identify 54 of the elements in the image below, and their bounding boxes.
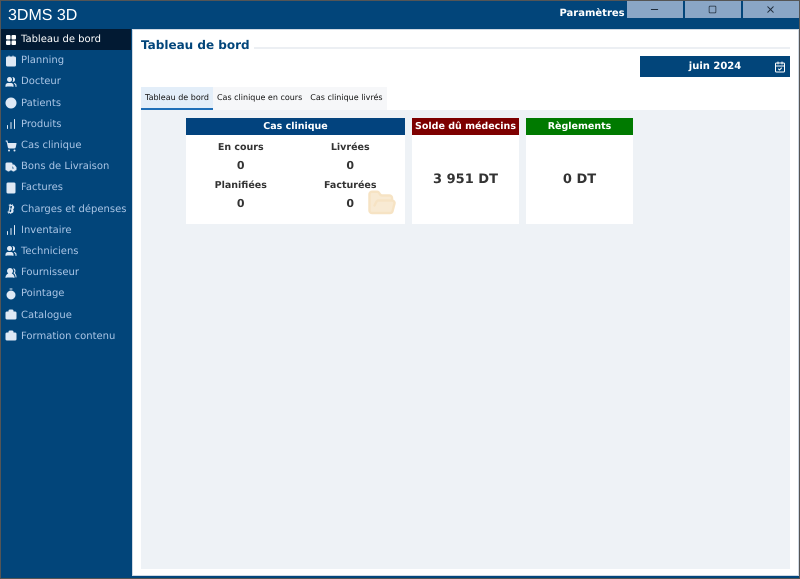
truck-icon [5,160,17,173]
sidebar-item[interactable]: Tableau de bord [1,29,131,50]
stat-value: 0 [236,159,245,172]
total-value: 3 951 DT [432,171,499,189]
stat-value: 0 [346,197,354,210]
sidebar-item[interactable]: Produits [1,114,131,135]
sidebar-item[interactable]: Docteur [1,71,131,93]
briefcase-icon [5,309,17,322]
app-name: 3DMS 3D [7,6,78,25]
sidebar-item[interactable]: Pointage [1,283,131,304]
tab[interactable]: Tableau de bord [141,87,213,110]
users-icon [5,266,17,279]
close-icon [765,4,776,15]
panel-title: Tableau de bord [141,38,250,52]
sidebar-item[interactable]: Inventaire [1,220,131,241]
users-icon [5,76,17,88]
total-value: 0 DT [562,171,598,189]
cart-icon [5,140,17,152]
sidebar-item[interactable]: Patients [1,92,131,114]
sidebar-item[interactable]: Fournisseur [1,262,131,284]
users-icon [5,245,17,258]
sidebar-item[interactable]: Planning [1,50,131,72]
maximize-button[interactable] [684,1,741,18]
sidebar-item[interactable]: Bons de Livraison [1,156,131,178]
calendar-icon [5,54,17,67]
tab[interactable]: Cas clinique livrés [306,87,387,110]
timer-icon [5,288,17,300]
stat-label: Livrées [330,142,370,153]
sidebar-item[interactable]: Formation contenu [1,326,131,347]
tab[interactable]: Cas clinique en cours [212,87,306,110]
stat-label: Facturées [324,180,376,191]
sidebar-item[interactable]: Charges et dépenses [1,198,131,220]
stat-value: 0 [346,159,354,172]
sidebar-item[interactable]: Cas clinique [1,134,131,156]
tablet-icon [5,182,17,194]
briefcase-icon [5,330,17,342]
card-header: Cas clinique [186,118,405,135]
chart-icon [5,224,17,236]
stat-label: En cours [218,142,264,153]
window-title: Paramètres [559,7,625,19]
stat-value: 0 [236,197,245,210]
close-button[interactable] [742,1,799,18]
grid-icon [5,34,17,46]
month-picker[interactable]: juin 2024 [640,56,790,77]
maximize-icon [708,5,718,14]
calendar-icon [774,60,786,72]
card-header: Règlements [526,118,633,135]
card-header: Solde dû médecins [412,118,519,135]
bitcoin-icon [5,203,17,216]
sidebar-item[interactable]: Catalogue [1,304,131,326]
chart-icon [5,118,17,130]
sidebar-item[interactable]: Techniciens [1,240,131,262]
stat-label: Planifiées [214,180,267,191]
sidebar-item[interactable]: Factures [1,177,131,198]
